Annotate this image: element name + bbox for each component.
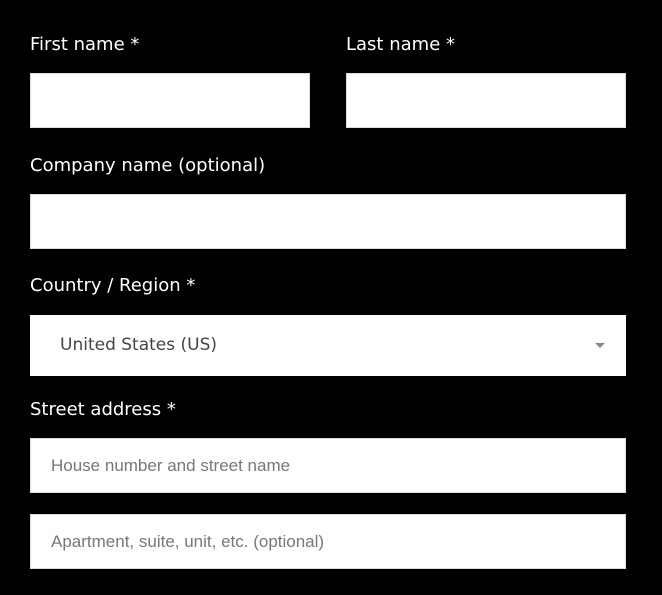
first-name-input[interactable] [30, 73, 310, 128]
last-name-label: Last name * [346, 34, 455, 55]
street-address-label: Street address * [30, 399, 176, 420]
street-address-input[interactable] [30, 438, 626, 493]
apartment-input[interactable] [30, 514, 626, 569]
chevron-down-icon [595, 343, 605, 348]
last-name-input[interactable] [346, 73, 626, 128]
first-name-label: First name * [30, 34, 140, 55]
country-select[interactable]: United States (US) [30, 315, 626, 376]
country-label: Country / Region * [30, 275, 196, 296]
company-name-label: Company name (optional) [30, 155, 266, 176]
country-selected-value: United States (US) [60, 335, 218, 355]
company-name-input[interactable] [30, 194, 626, 249]
